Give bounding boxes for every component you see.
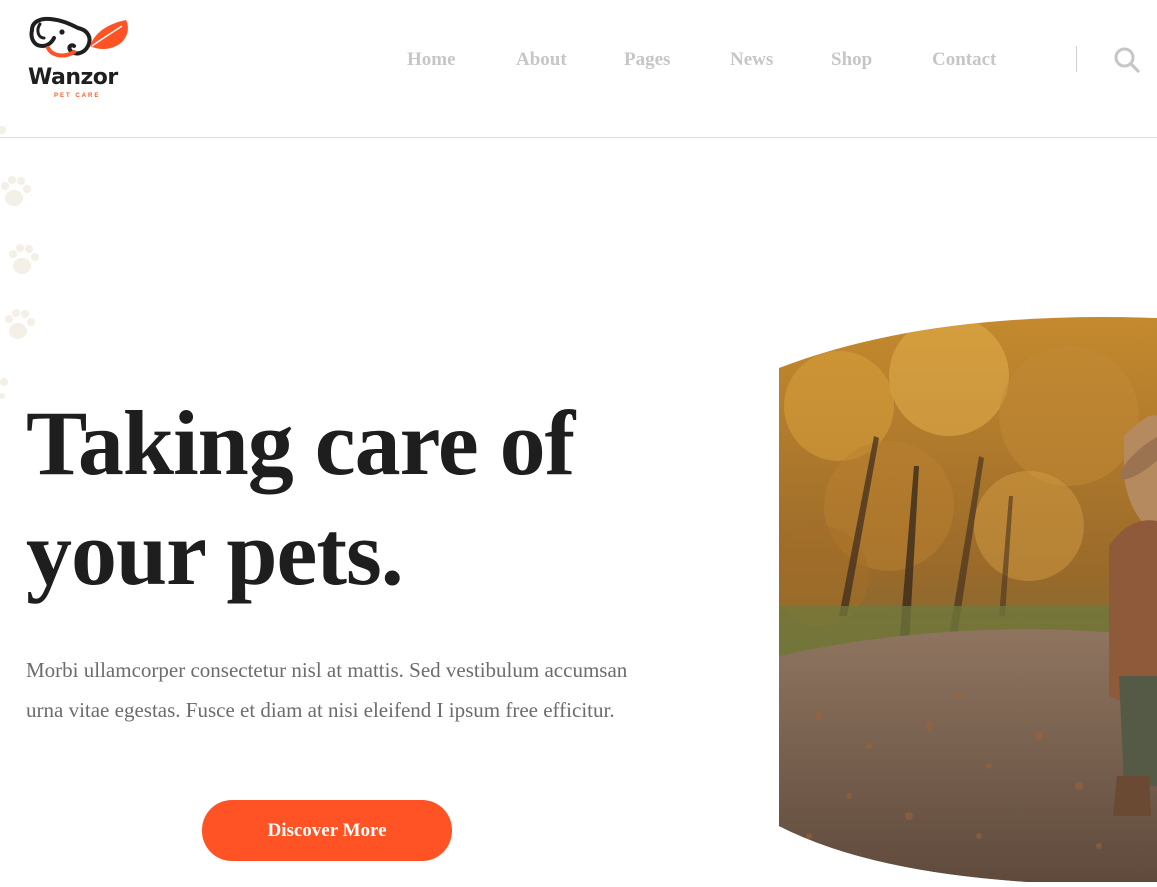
hero-description: Morbi ullamcorper consectetur nisl at ma… — [26, 658, 628, 722]
brand-name: Wanzor — [28, 65, 118, 90]
hero-headline-line-2: your pets. — [26, 502, 404, 604]
hero-headline: Taking care of your pets. — [26, 388, 726, 608]
nav-item-home[interactable]: Home — [407, 48, 456, 72]
nav-item-pages[interactable]: Pages — [624, 48, 670, 72]
paw-prints-decoration — [0, 126, 39, 399]
search-button[interactable] — [1112, 45, 1142, 75]
nav-item-shop[interactable]: Shop — [831, 48, 872, 72]
hero-headline-line-1: Taking care of — [26, 392, 575, 494]
nav-item-about[interactable]: About — [516, 48, 567, 72]
nav-item-contact[interactable]: Contact — [932, 48, 996, 72]
site-header: Wanzor PET CARE Home About Pages News Sh… — [0, 0, 1157, 138]
search-icon — [1114, 47, 1140, 73]
elephant-logo-icon — [29, 16, 128, 58]
brand-logo[interactable]: Wanzor PET CARE — [26, 16, 142, 104]
discover-more-button[interactable]: Discover More — [202, 800, 452, 861]
nav-item-news[interactable]: News — [730, 48, 773, 72]
brand-tagline: PET CARE — [54, 93, 101, 99]
hero-image — [779, 317, 1157, 882]
nav-divider — [1076, 46, 1077, 72]
